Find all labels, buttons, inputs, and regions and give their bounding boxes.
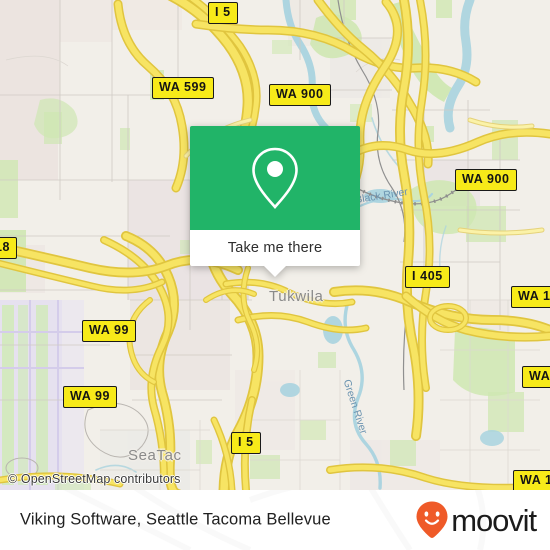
place-label-seatac: SeaTac xyxy=(128,447,182,464)
location-popup[interactable]: Take me there xyxy=(190,126,360,277)
road-shield-wa1[interactable]: WA 1 xyxy=(522,366,550,388)
osm-attribution[interactable]: © OpenStreetMap contributors xyxy=(8,472,181,486)
road-shield-i405[interactable]: I 405 xyxy=(405,266,450,288)
place-label-tukwila: Tukwila xyxy=(269,288,324,305)
road-shield-wa518[interactable]: 18 xyxy=(0,237,18,259)
map-screenshot: .mw-case { fill:none; stroke:#e0c53f; st… xyxy=(0,0,550,550)
road-shield-wa167[interactable]: WA 167 xyxy=(511,286,550,308)
road-shield-wa599[interactable]: WA 599 xyxy=(152,77,214,99)
popup-footer[interactable]: Take me there xyxy=(190,230,360,277)
road-shield-i5-south[interactable]: I 5 xyxy=(231,432,261,454)
footer-bar: Viking Software, Seattle Tacoma Bellevue… xyxy=(0,490,550,550)
map-pin-icon xyxy=(252,147,298,209)
road-shield-wa99-upper[interactable]: WA 99 xyxy=(82,320,137,342)
take-me-there-label: Take me there xyxy=(227,240,323,256)
moovit-wordmark: moovit xyxy=(451,502,537,538)
location-title: Viking Software, Seattle Tacoma Bellevue xyxy=(20,510,331,529)
road-shield-wa900-north[interactable]: WA 900 xyxy=(269,84,331,106)
popup-pointer-tail xyxy=(264,266,286,277)
moovit-smiley-pin-icon xyxy=(416,501,448,538)
road-shield-wa16[interactable]: WA 16 xyxy=(513,470,550,490)
popup-header xyxy=(190,126,360,230)
road-shield-i5-north[interactable]: I 5 xyxy=(208,2,238,24)
road-shield-wa99-lower[interactable]: WA 99 xyxy=(63,386,118,408)
moovit-logo[interactable]: moovit xyxy=(415,500,537,540)
road-shield-wa900-east[interactable]: WA 900 xyxy=(455,169,517,191)
